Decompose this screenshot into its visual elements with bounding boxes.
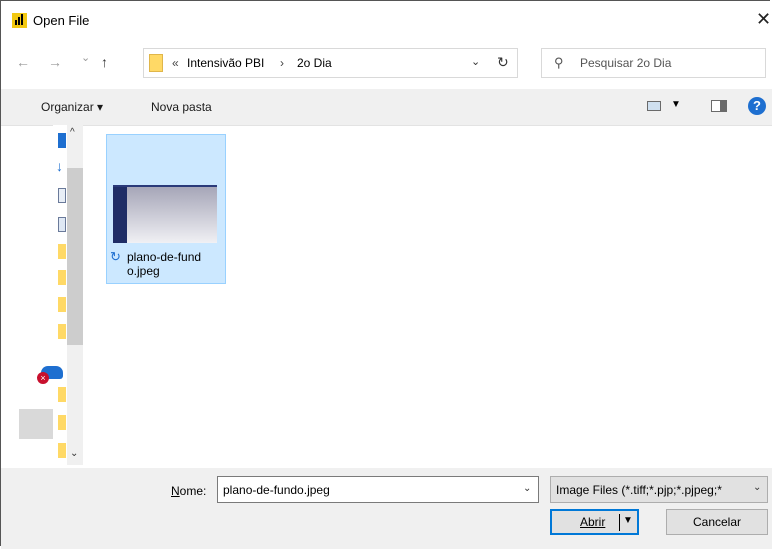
folder-icon[interactable] xyxy=(58,324,66,339)
refresh-icon[interactable]: ↻ xyxy=(497,54,509,71)
image-thumbnail xyxy=(113,185,217,243)
folder-icon[interactable] xyxy=(58,270,66,285)
breadcrumb-overflow[interactable]: « xyxy=(172,56,179,70)
nav-pane-scrollbar[interactable]: ^ ⌄ xyxy=(67,125,83,465)
new-folder-button[interactable]: Nova pasta xyxy=(151,100,212,114)
change-view-icon[interactable] xyxy=(647,101,661,111)
search-box[interactable]: ⚲ Pesquisar 2o Dia xyxy=(541,48,766,78)
chevron-down-icon[interactable]: ⌄ xyxy=(471,55,480,68)
command-bar: Organizar ▾ Nova pasta ▼ ? xyxy=(1,89,772,126)
filename-history-dropdown-icon[interactable]: ⌄ xyxy=(523,483,531,494)
view-options-dropdown-icon[interactable]: ▼ xyxy=(671,99,681,110)
recent-locations-icon[interactable]: ⌄ xyxy=(81,51,90,64)
organize-button[interactable]: Organizar ▾ xyxy=(41,100,103,114)
folder-icon[interactable] xyxy=(58,244,66,259)
filename-input[interactable] xyxy=(217,476,539,503)
dialog-title: Open File xyxy=(33,13,90,28)
download-arrow-icon[interactable]: ↓ xyxy=(56,159,64,174)
folder-icon[interactable] xyxy=(58,387,66,402)
breadcrumb-item[interactable]: Intensivão PBI xyxy=(187,56,264,70)
open-file-dialog: Open File ✕ ← → ⌄ ↑ « Intensivão PBI › 2… xyxy=(0,0,772,549)
blue-folder-icon[interactable] xyxy=(58,133,66,148)
file-type-value: Image Files (*.tiff;*.pjp;*.pjpeg;* xyxy=(556,483,722,497)
folder-icon[interactable] xyxy=(58,415,66,430)
open-button-label: Abrir xyxy=(580,515,606,529)
folder-icon[interactable] xyxy=(58,297,66,312)
back-arrow-icon[interactable]: ← xyxy=(16,54,30,70)
chevron-down-icon[interactable]: ⌄ xyxy=(753,482,761,493)
search-icon: ⚲ xyxy=(554,55,564,70)
close-icon[interactable]: ✕ xyxy=(756,9,771,30)
filename-label: Nome: xyxy=(171,484,207,498)
preview-pane-icon[interactable] xyxy=(711,100,727,112)
cancel-button[interactable]: Cancelar xyxy=(666,509,768,535)
power-bi-icon xyxy=(12,13,27,28)
help-icon[interactable]: ? xyxy=(748,97,766,115)
open-button-divider xyxy=(619,514,620,531)
file-name: plano-de-fund o.jpeg xyxy=(127,250,202,278)
file-item-selected[interactable]: ↻ plano-de-fund o.jpeg xyxy=(106,134,226,284)
scroll-down-icon[interactable]: ⌄ xyxy=(70,448,78,459)
folder-icon xyxy=(149,54,163,72)
open-button[interactable]: Abrir ▼ xyxy=(550,509,639,535)
breadcrumb-item[interactable]: 2o Dia xyxy=(297,56,332,70)
scroll-up-icon[interactable]: ^ xyxy=(70,127,75,138)
breadcrumb-separator-icon[interactable]: › xyxy=(280,56,284,70)
address-bar[interactable]: « Intensivão PBI › 2o Dia ⌄ xyxy=(143,48,518,78)
open-options-dropdown-icon[interactable]: ▼ xyxy=(623,515,633,526)
image-icon[interactable] xyxy=(58,217,66,232)
forward-arrow-icon[interactable]: → xyxy=(48,54,62,70)
scroll-thumb[interactable] xyxy=(67,168,83,345)
error-badge-icon: × xyxy=(37,372,49,384)
file-type-select[interactable]: Image Files (*.tiff;*.pjp;*.pjpeg;* ⌄ xyxy=(550,476,768,503)
title-bar: Open File ✕ xyxy=(1,1,772,39)
document-icon[interactable] xyxy=(58,188,66,203)
sync-status-icon: ↻ xyxy=(110,249,121,264)
folder-icon[interactable] xyxy=(58,443,66,458)
search-placeholder[interactable]: Pesquisar 2o Dia xyxy=(580,56,671,70)
up-arrow-icon[interactable]: ↑ xyxy=(101,54,108,70)
